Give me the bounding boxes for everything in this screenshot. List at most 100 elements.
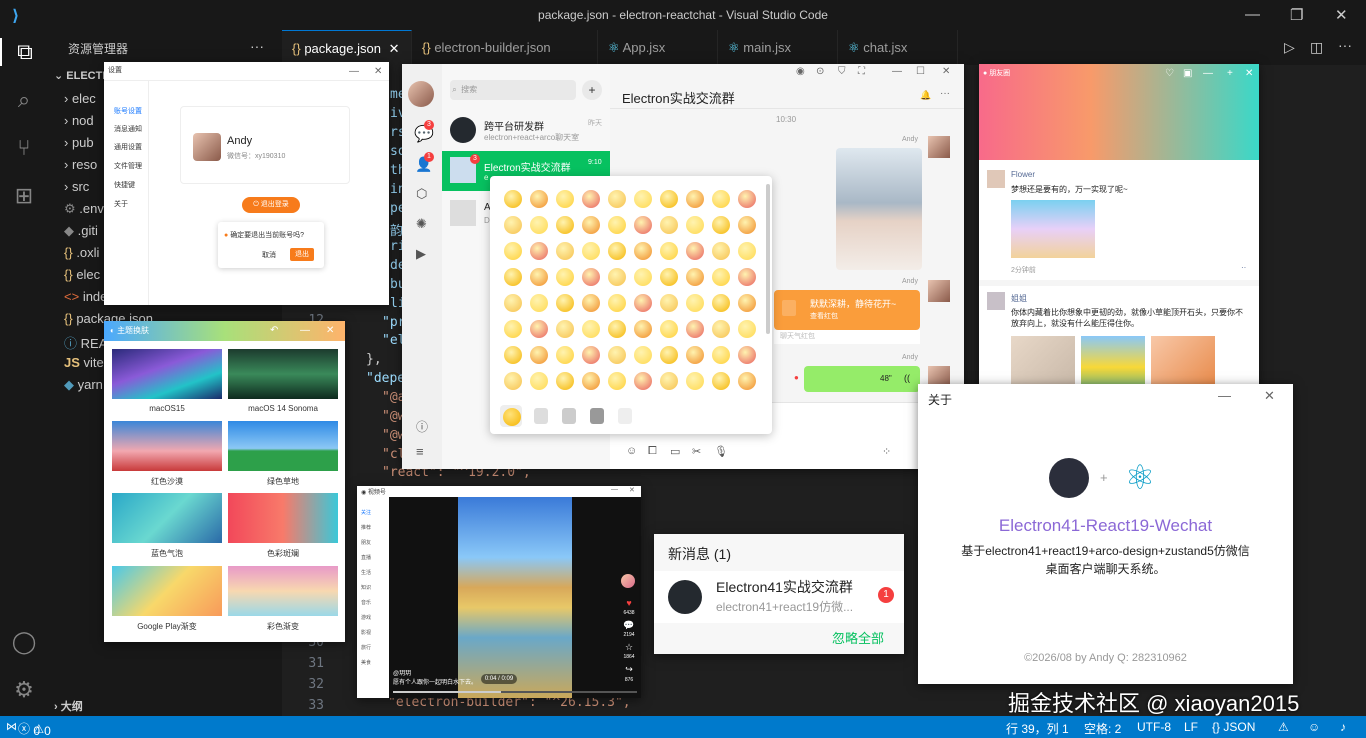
tree-item[interactable]: ◆ .giti — [64, 223, 98, 239]
warning-icon[interactable]: ⚠ — [1278, 720, 1289, 734]
emoji-item[interactable] — [504, 372, 522, 390]
emoji-item[interactable] — [686, 242, 704, 260]
emoji-item[interactable] — [686, 346, 704, 364]
post-author[interactable]: 姐姐 — [1011, 293, 1027, 304]
apps-icon[interactable]: ⁘ — [882, 445, 891, 458]
tree-item[interactable]: JS vite. — [64, 355, 107, 370]
video-menu-item[interactable]: 旅行 — [361, 644, 371, 651]
minimize-icon[interactable]: — — [349, 66, 359, 77]
emoji-item[interactable] — [530, 268, 548, 286]
post-image[interactable] — [1011, 200, 1095, 258]
wallpaper-macos15[interactable] — [112, 349, 222, 399]
emoji-item[interactable] — [582, 268, 600, 286]
more-actions-icon[interactable]: ··· — [250, 38, 264, 54]
video-menu-item[interactable]: 生活 — [361, 569, 371, 576]
menu-item-account[interactable]: 账号设置 — [114, 106, 142, 116]
more-icon[interactable]: ··· — [1338, 37, 1352, 53]
video-menu-item[interactable]: 朋友 — [361, 539, 371, 546]
emoji-item[interactable] — [556, 216, 574, 234]
share-icon[interactable]: ↪ — [621, 664, 637, 675]
emoji-item[interactable] — [686, 294, 704, 312]
tree-item[interactable]: {} .oxli — [64, 245, 99, 260]
emoji-item[interactable] — [504, 190, 522, 208]
outline-section[interactable]: › 大纲 — [54, 698, 83, 714]
post-image[interactable] — [1011, 336, 1075, 388]
emoji-item[interactable] — [634, 346, 652, 364]
emoji-item[interactable] — [712, 320, 730, 338]
emoji-tab-sticker[interactable] — [618, 408, 632, 424]
tree-item[interactable]: › reso — [64, 157, 97, 172]
video-progress[interactable] — [393, 691, 637, 693]
video-menu-item[interactable]: 影视 — [361, 629, 371, 636]
close-icon[interactable]: ✕ — [1335, 6, 1348, 24]
tree-item[interactable]: › elec — [64, 91, 96, 106]
language-mode[interactable]: {} JSON — [1212, 720, 1255, 734]
restore-icon[interactable]: ❐ — [1290, 6, 1303, 24]
tree-item[interactable]: <> inde — [64, 289, 107, 304]
emoji-item[interactable] — [556, 372, 574, 390]
post-image[interactable] — [1081, 336, 1145, 388]
emoji-item[interactable] — [712, 268, 730, 286]
emoji-item[interactable] — [660, 320, 678, 338]
tree-item[interactable]: › nod — [64, 113, 94, 128]
video-player[interactable] — [458, 497, 572, 698]
eol[interactable]: LF — [1184, 720, 1198, 734]
confirm-cancel[interactable]: 取消 — [262, 250, 276, 260]
account-icon[interactable]: ◯ — [10, 628, 38, 656]
close-icon[interactable]: ✕ — [374, 66, 382, 77]
video-author[interactable]: @玥玥 — [393, 668, 411, 677]
emoji-item[interactable] — [530, 372, 548, 390]
emoji-item[interactable] — [660, 216, 678, 234]
emoji-item[interactable] — [634, 216, 652, 234]
tree-item[interactable]: › pub — [64, 135, 94, 150]
tab-package-json[interactable]: {} package.json ✕ — [282, 30, 412, 65]
play-icon[interactable]: ⊙ — [816, 66, 824, 77]
emoji-item[interactable] — [660, 294, 678, 312]
add-icon[interactable]: + — [1227, 68, 1233, 79]
emoji-item[interactable] — [712, 346, 730, 364]
video-menu-item[interactable]: 关注 — [361, 509, 371, 516]
emoji-item[interactable] — [504, 294, 522, 312]
tree-item[interactable]: › src — [64, 179, 89, 194]
emoji-item[interactable] — [504, 216, 522, 234]
emoji-item[interactable] — [738, 320, 756, 338]
tab-main-jsx[interactable]: ⚛ main.jsx — [718, 30, 838, 65]
menu-item-about[interactable]: 关于 — [114, 199, 128, 209]
emoji-grid[interactable] — [490, 176, 770, 396]
emoji-item[interactable] — [530, 242, 548, 260]
emoji-item[interactable] — [634, 294, 652, 312]
confirm-ok[interactable]: 退出 — [290, 248, 314, 261]
more-icon[interactable]: ··· — [940, 88, 950, 99]
minimize-icon[interactable]: — — [300, 325, 310, 336]
wallpaper-green-grass[interactable] — [228, 421, 338, 471]
emoji-item[interactable] — [634, 242, 652, 260]
tree-item[interactable]: {} elec — [64, 267, 100, 282]
bell-icon[interactable]: 🔔 — [920, 90, 931, 101]
source-control-icon[interactable]: ⑂ — [10, 134, 38, 162]
shirt-icon[interactable]: ⛉ — [838, 66, 846, 77]
menu-item-notify[interactable]: 消息通知 — [114, 124, 142, 134]
emoji-item[interactable] — [712, 372, 730, 390]
bell-icon[interactable]: ♪ — [1340, 720, 1346, 734]
close-icon[interactable]: ✕ — [1245, 68, 1253, 79]
video-menu-item[interactable]: 美食 — [361, 659, 371, 666]
emoji-item[interactable] — [530, 190, 548, 208]
emoji-item[interactable] — [738, 268, 756, 286]
emoji-item[interactable] — [712, 216, 730, 234]
emoji-item[interactable] — [738, 216, 756, 234]
scrollbar[interactable] — [766, 184, 770, 334]
video-menu-item[interactable]: 直播 — [361, 554, 371, 561]
emoji-item[interactable] — [582, 372, 600, 390]
close-icon[interactable]: ✕ — [1264, 388, 1275, 404]
like-icon[interactable]: ♥ — [621, 598, 637, 608]
emoji-item[interactable] — [582, 190, 600, 208]
emoji-item[interactable] — [712, 190, 730, 208]
back-icon[interactable]: ↶ — [270, 325, 278, 336]
emoji-item[interactable] — [556, 242, 574, 260]
tree-item[interactable]: ◆ yarn — [64, 377, 103, 393]
menu-item-files[interactable]: 文件管理 — [114, 161, 142, 171]
image-icon[interactable]: ⧠ — [648, 445, 657, 458]
emoji-item[interactable] — [686, 372, 704, 390]
close-icon[interactable]: ✕ — [629, 486, 635, 494]
wallpaper-colorful[interactable] — [228, 493, 338, 543]
